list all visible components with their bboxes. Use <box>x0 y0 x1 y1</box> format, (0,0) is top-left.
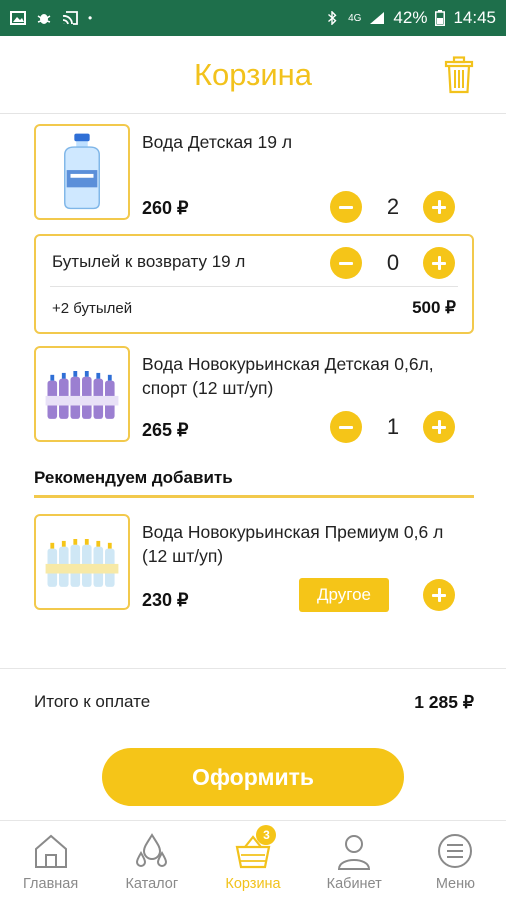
status-bar: • 4G 42% 14:45 <box>0 0 506 36</box>
bottle-return-panel: Бутылей к возврату 19 л +2 бутылей 500 ₽ <box>34 234 474 334</box>
add-to-cart-button[interactable] <box>423 579 455 611</box>
product-image-card[interactable] <box>34 346 130 442</box>
increase-qty-button[interactable] <box>423 411 455 443</box>
other-button[interactable]: Другое <box>299 578 389 612</box>
product-name: Вода Новокурьинская Премиум 0,6 л (12 шт… <box>142 522 444 566</box>
bottle-return-label: Бутылей к возврату 19 л <box>52 252 246 271</box>
tab-label: Меню <box>435 876 476 892</box>
water-pack-premium-image <box>45 539 119 587</box>
product-price: 265 ₽ <box>142 420 189 440</box>
tab-cart[interactable]: 3 Корзина <box>202 821 303 900</box>
battery-icon <box>435 10 446 26</box>
tab-label: Главная <box>23 876 79 892</box>
page-header: Корзина <box>0 36 506 114</box>
home-icon <box>34 834 67 868</box>
tab-label: Корзина <box>225 876 281 892</box>
status-time: 14:45 <box>453 8 496 27</box>
status-dot: • <box>88 11 93 25</box>
tab-label: Кабинет <box>326 876 382 892</box>
decrease-bottles-button[interactable] <box>330 247 362 279</box>
total-value: 1 285 ₽ <box>414 692 474 712</box>
battery-percent: 42% <box>393 8 428 27</box>
drops-icon <box>135 833 167 867</box>
product-name: Вода Детская 19 л <box>142 132 293 152</box>
quantity-value: 2 <box>386 194 400 219</box>
total-label: Итого к оплате <box>34 692 151 711</box>
decrease-qty-button[interactable] <box>330 411 362 443</box>
user-icon <box>338 835 371 870</box>
water-pack-image <box>45 371 119 419</box>
network-type: 4G <box>348 12 362 24</box>
increase-bottles-button[interactable] <box>423 247 455 279</box>
increase-qty-button[interactable] <box>423 191 455 223</box>
cast-icon <box>62 11 78 25</box>
quantity-value: 1 <box>386 414 400 439</box>
page-title: Корзина <box>193 56 313 92</box>
product-image-card[interactable] <box>34 124 130 220</box>
bottles-quantity: 0 <box>386 250 400 275</box>
image-notification-icon <box>10 11 26 25</box>
water-bottle-19l-image <box>64 133 100 210</box>
bug-notification-icon <box>37 14 51 24</box>
bottle-return-amount: 500 ₽ <box>412 298 456 317</box>
checkout-button[interactable]: Оформить <box>102 748 404 806</box>
trash-icon[interactable] <box>444 56 474 94</box>
tab-account[interactable]: Кабинет <box>304 821 405 900</box>
cart-count-badge: 3 <box>256 825 277 845</box>
menu-icon <box>438 834 473 868</box>
bottom-tab-bar: Главная Каталог 3 Корзина Кабинет Меню <box>0 820 506 900</box>
product-image-card[interactable] <box>34 514 130 610</box>
tab-home[interactable]: Главная <box>0 821 101 900</box>
product-name: Вода Новокурьинская Детская 0,6л, спорт … <box>142 354 434 398</box>
signal-icon <box>370 12 385 24</box>
product-price: 260 ₽ <box>142 198 189 218</box>
product-price: 230 ₽ <box>142 590 189 610</box>
tab-catalog[interactable]: Каталог <box>101 821 202 900</box>
tab-menu[interactable]: Меню <box>405 821 506 900</box>
divider <box>0 668 506 669</box>
recommend-divider <box>34 495 474 498</box>
recommend-section-title: Рекомендуем добавить <box>34 468 233 487</box>
tab-label: Каталог <box>125 876 179 892</box>
divider <box>50 286 458 287</box>
bluetooth-icon <box>328 11 337 25</box>
decrease-qty-button[interactable] <box>330 191 362 223</box>
bottle-return-note: +2 бутылей <box>52 300 133 317</box>
